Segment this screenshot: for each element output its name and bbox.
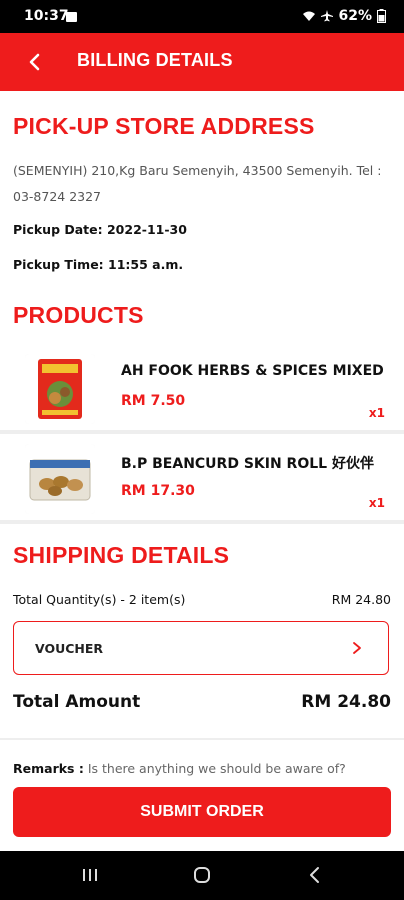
product-name: AH FOOK HERBS & SPICES MIXED (121, 363, 384, 379)
system-nav-bar (0, 851, 404, 900)
beancurd-pack-image (25, 444, 95, 514)
shipping-details-heading: SHIPPING DETAILS (13, 542, 230, 568)
product-image (25, 354, 95, 424)
product-name: B.P BEANCURD SKIN ROLL 好伙伴 (121, 456, 374, 472)
status-icons: 62% (302, 8, 386, 24)
pickup-date: Pickup Date: 2022-11-30 (13, 222, 187, 237)
app-bar: BILLING DETAILS (0, 33, 404, 91)
product-item[interactable]: B.P BEANCURD SKIN ROLL 好伙伴 RM 17.30 x1 (0, 436, 404, 522)
wifi-icon (303, 11, 316, 21)
page-title: BILLING DETAILS (77, 50, 233, 70)
status-bar: 10:37 62% (0, 0, 404, 33)
remarks-placeholder: Is there anything we should be aware of? (87, 761, 346, 776)
product-item[interactable]: AH FOOK HERBS & SPICES MIXED RM 7.50 x1 (0, 346, 404, 432)
home-icon[interactable] (192, 865, 212, 885)
total-amount-label: Total Amount (13, 692, 141, 712)
product-price: RM 7.50 (121, 393, 186, 409)
total-quantity-row: Total Quantity(s) - 2 item(s) RM 24.80 (13, 592, 391, 607)
airplane-mode-icon (321, 10, 334, 22)
product-image (25, 444, 95, 514)
battery-percent: 62% (338, 8, 372, 24)
battery-icon (377, 9, 386, 23)
total-quantity-value: RM 24.80 (331, 592, 391, 607)
voucher-button[interactable]: VOUCHER (13, 621, 389, 675)
voucher-label: VOUCHER (35, 641, 104, 656)
remarks-field[interactable]: Remarks : Is there anything we should be… (13, 761, 346, 776)
product-price: RM 17.30 (121, 483, 195, 499)
divider (0, 738, 404, 740)
remarks-label: Remarks : (13, 761, 84, 776)
submit-order-button[interactable]: SUBMIT ORDER (13, 787, 391, 837)
product-quantity: x1 (368, 406, 385, 420)
status-time: 10:37 (24, 8, 69, 24)
divider (0, 430, 404, 434)
chevron-right-icon (353, 642, 361, 654)
store-address: (SEMENYIH) 210,Kg Baru Semenyih, 43500 S… (13, 163, 382, 204)
back-nav-icon[interactable] (305, 865, 325, 885)
total-amount-row: Total Amount RM 24.80 (13, 692, 391, 712)
back-icon[interactable] (22, 49, 48, 75)
total-quantity-label: Total Quantity(s) - 2 item(s) (13, 592, 186, 607)
divider (0, 520, 404, 524)
recent-apps-icon[interactable] (80, 865, 100, 885)
notification-icon (66, 12, 77, 22)
products-heading: PRODUCTS (13, 302, 144, 328)
pickup-time: Pickup Time: 11:55 a.m. (13, 257, 184, 272)
total-amount-value: RM 24.80 (301, 692, 391, 712)
product-quantity: x1 (368, 496, 385, 510)
store-address-heading: PICK-UP STORE ADDRESS (13, 113, 315, 139)
spice-pack-image (25, 354, 95, 424)
